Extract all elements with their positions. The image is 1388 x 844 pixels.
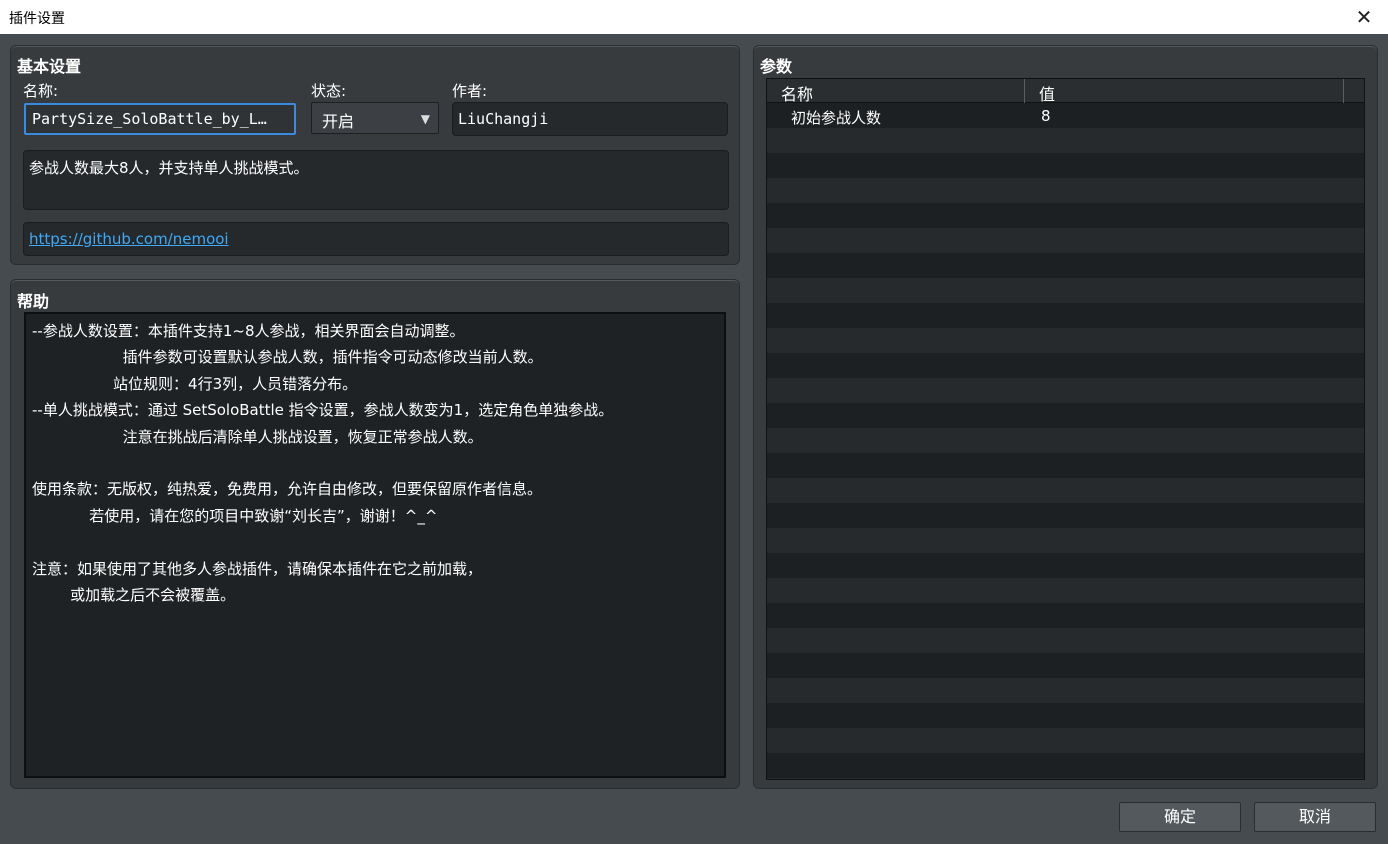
basic-settings-title: 基本设置 <box>17 57 82 76</box>
column-divider[interactable] <box>1343 79 1344 103</box>
column-header-value[interactable]: 值 <box>1039 81 1055 105</box>
help-title: 帮助 <box>17 292 50 311</box>
table-row[interactable] <box>767 228 1364 253</box>
status-select[interactable]: 开启 ▼ <box>311 102 439 134</box>
table-row[interactable] <box>767 153 1364 178</box>
table-row[interactable] <box>767 478 1364 503</box>
table-row[interactable] <box>767 378 1364 403</box>
cancel-button[interactable]: 取消 <box>1254 802 1376 832</box>
param-value: 8 <box>1041 107 1051 125</box>
table-row[interactable] <box>767 503 1364 528</box>
window-titlebar: 插件设置 ✕ <box>0 0 1388 34</box>
url-link[interactable]: https://github.com/nemooi <box>29 230 229 248</box>
help-text: --参战人数设置：本插件支持1~8人参战，相关界面会自动调整。 插件参数可设置默… <box>24 312 726 778</box>
table-row[interactable] <box>767 678 1364 703</box>
table-row[interactable] <box>767 203 1364 228</box>
table-row[interactable] <box>767 328 1364 353</box>
table-row[interactable] <box>767 703 1364 728</box>
table-row[interactable] <box>767 603 1364 628</box>
ok-button[interactable]: 确定 <box>1119 802 1241 832</box>
column-divider[interactable] <box>1024 79 1025 103</box>
author-label: 作者: <box>452 82 488 100</box>
author-field[interactable]: LiuChangji <box>452 102 728 136</box>
name-field[interactable]: PartySize_SoloBattle_by_L… <box>24 103 296 135</box>
table-row[interactable] <box>767 628 1364 653</box>
params-table: 名称 值 初始参战人数 8 <box>766 78 1365 780</box>
table-header: 名称 值 <box>767 79 1364 105</box>
basic-settings-panel: 基本设置 名称: PartySize_SoloBattle_by_L… 状态: … <box>10 45 740 265</box>
table-row[interactable] <box>767 553 1364 578</box>
table-row[interactable] <box>767 278 1364 303</box>
column-header-name[interactable]: 名称 <box>781 81 813 105</box>
table-row[interactable] <box>767 353 1364 378</box>
window-title: 插件设置 <box>9 11 65 27</box>
chevron-down-icon: ▼ <box>420 112 430 126</box>
table-row[interactable] <box>767 528 1364 553</box>
table-row[interactable] <box>767 428 1364 453</box>
table-row[interactable] <box>767 403 1364 428</box>
table-row[interactable] <box>767 578 1364 603</box>
name-value: PartySize_SoloBattle_by_L… <box>32 110 267 128</box>
table-row[interactable] <box>767 253 1364 278</box>
author-value: LiuChangji <box>458 110 549 128</box>
table-row[interactable] <box>767 728 1364 753</box>
url-field: https://github.com/nemooi <box>23 222 729 256</box>
status-label: 状态: <box>311 82 347 100</box>
table-row[interactable] <box>767 178 1364 203</box>
status-value: 开启 <box>322 112 355 131</box>
table-row[interactable] <box>767 128 1364 153</box>
table-row[interactable] <box>767 653 1364 678</box>
close-icon[interactable]: ✕ <box>1350 3 1378 31</box>
table-row[interactable] <box>767 778 1364 779</box>
description-text: 参战人数最大8人，并支持单人挑战模式。 <box>29 159 309 177</box>
table-row[interactable] <box>767 303 1364 328</box>
table-row[interactable]: 初始参战人数 8 <box>767 103 1364 128</box>
name-label: 名称: <box>23 82 59 100</box>
description-field[interactable]: 参战人数最大8人，并支持单人挑战模式。 <box>23 150 729 210</box>
table-row[interactable] <box>767 753 1364 778</box>
table-row[interactable] <box>767 453 1364 478</box>
param-name: 初始参战人数 <box>791 109 882 127</box>
params-title: 参数 <box>760 57 793 76</box>
